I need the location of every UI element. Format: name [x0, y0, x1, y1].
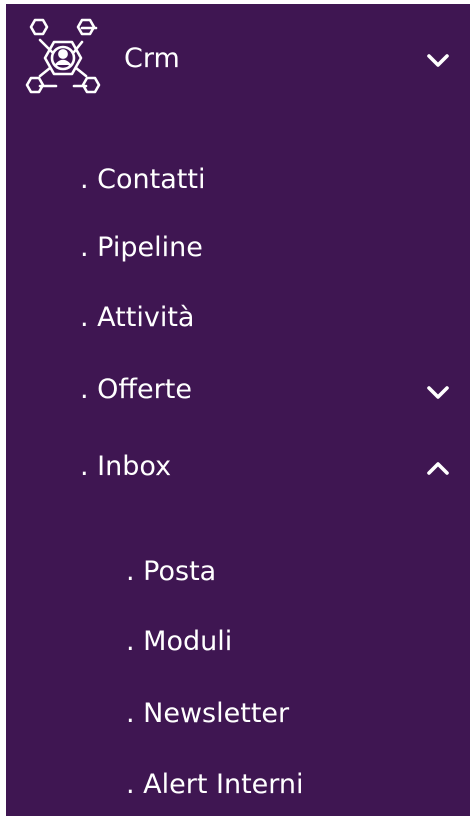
submenu-item-label: . Posta [126, 556, 217, 587]
crm-title: Crm [124, 43, 180, 74]
menu-item-label: . Contatti [80, 164, 206, 195]
chevron-down-icon[interactable] [421, 44, 455, 78]
menu-item-label: . Offerte [80, 374, 192, 405]
chevron-down-icon[interactable] [421, 376, 455, 410]
submenu-item-alert-interni[interactable]: . Alert Interni [6, 763, 470, 807]
menu-item-attivita[interactable]: . Attività [6, 296, 470, 340]
crm-section-header[interactable]: Crm [6, 4, 470, 116]
submenu-item-label: . Newsletter [126, 698, 290, 729]
submenu-item-label: . Moduli [126, 626, 233, 657]
menu-item-label: . Pipeline [80, 232, 203, 263]
menu-item-pipeline[interactable]: . Pipeline [6, 226, 470, 270]
menu-item-label: . Attività [80, 302, 195, 333]
menu-item-label: . Inbox [80, 451, 172, 482]
chevron-up-icon[interactable] [421, 451, 455, 485]
menu-item-inbox[interactable]: . Inbox [6, 445, 470, 489]
menu-item-contatti[interactable]: . Contatti [6, 158, 470, 202]
submenu-item-newsletter[interactable]: . Newsletter [6, 692, 470, 736]
crm-sidebar: Crm . Contatti . Pipeline . Attività . O… [6, 4, 470, 816]
submenu-item-label: . Alert Interni [126, 769, 304, 800]
menu-item-offerte[interactable]: . Offerte [6, 368, 470, 412]
crm-network-user-icon [20, 14, 106, 100]
submenu-item-moduli[interactable]: . Moduli [6, 620, 470, 664]
submenu-item-posta[interactable]: . Posta [6, 550, 470, 594]
